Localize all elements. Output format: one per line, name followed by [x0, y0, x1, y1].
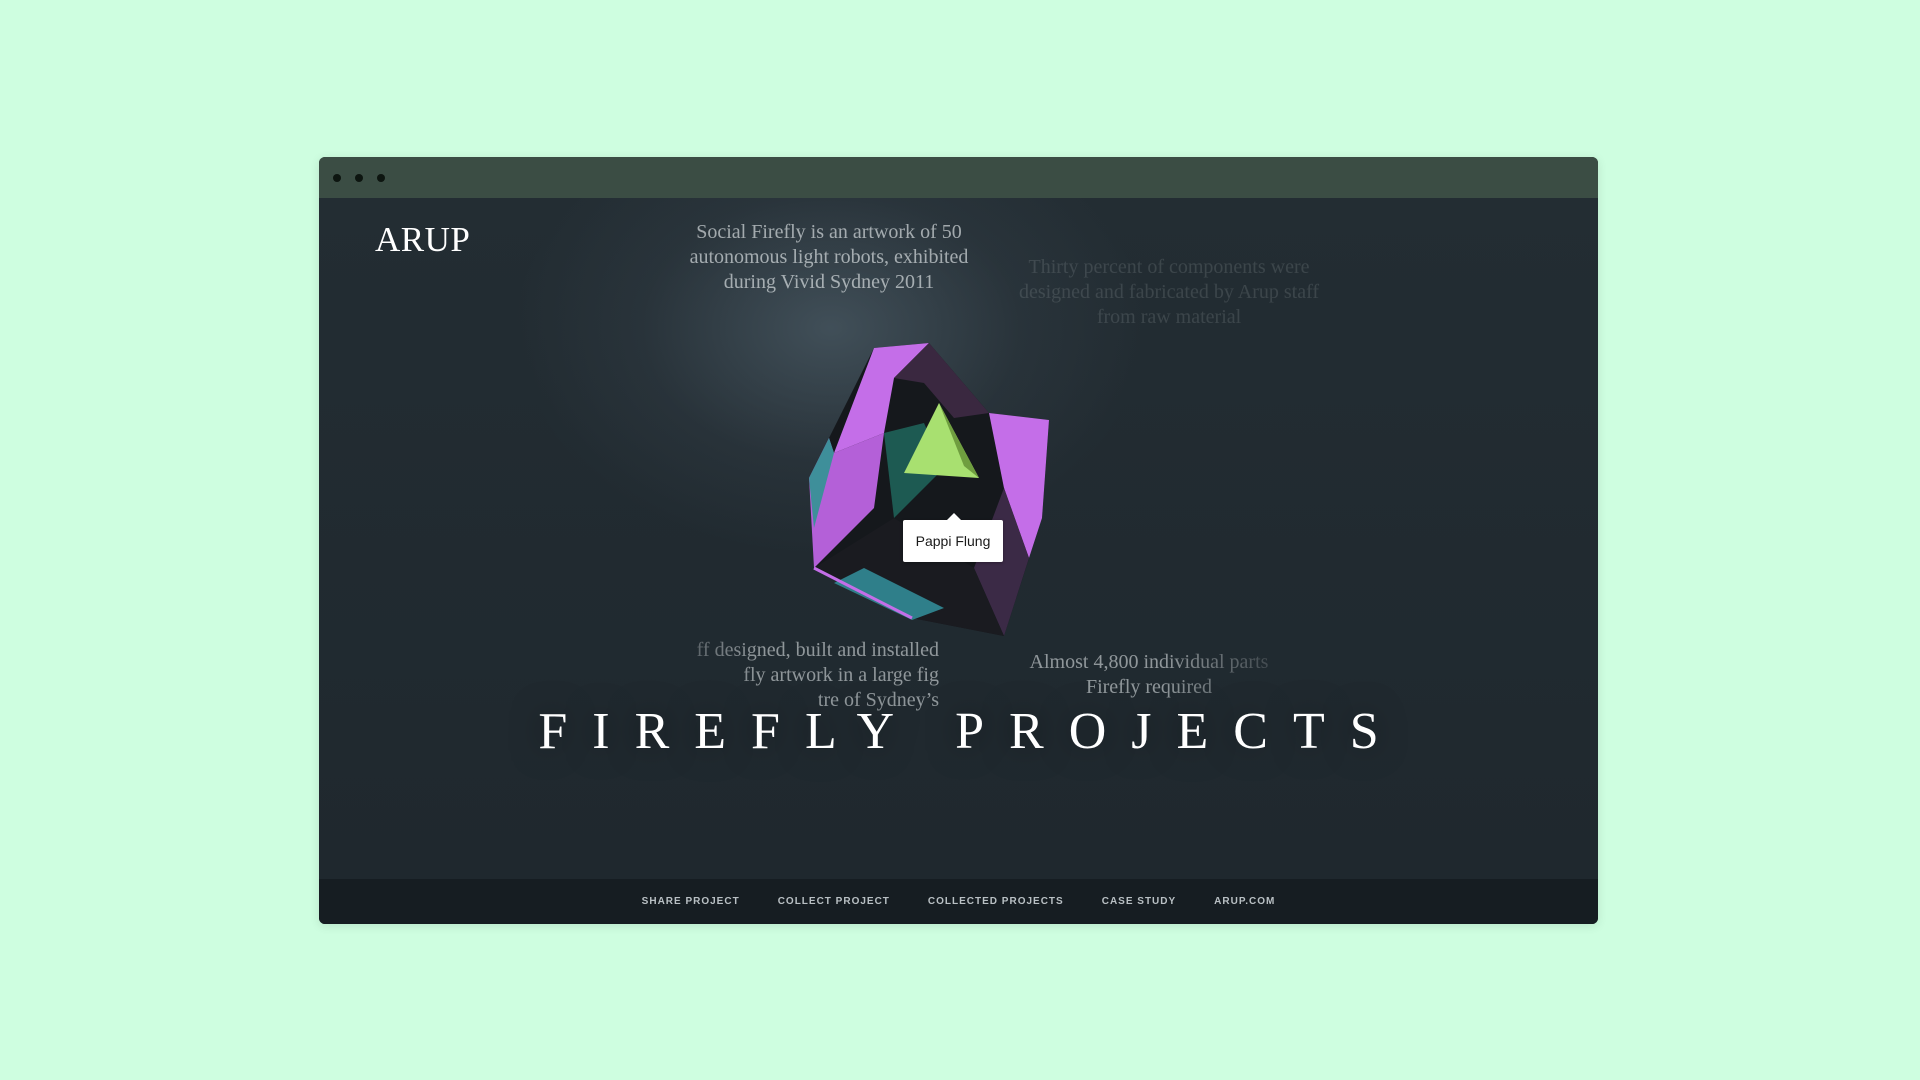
window-close-dot[interactable] — [333, 174, 341, 182]
browser-window: ARUP Social Firefly is an artwork of 50 … — [319, 157, 1598, 924]
project-crystal-graphic[interactable] — [804, 338, 1104, 638]
arup-com-link[interactable]: ARUP.COM — [1214, 896, 1275, 907]
arup-logo[interactable]: ARUP — [375, 222, 470, 257]
fact-text-installation: ff designed, built and installed fly art… — [696, 639, 939, 711]
window-minimize-dot[interactable] — [355, 174, 363, 182]
window-title-bar — [319, 157, 1598, 198]
fact-text-artwork: Social Firefly is an artwork of 50 auton… — [689, 221, 969, 293]
case-study-link[interactable]: CASE STUDY — [1102, 896, 1176, 907]
collect-project-link[interactable]: COLLECT PROJECT — [778, 896, 890, 907]
fact-text-parts: Almost 4,800 individual parts Firefly re… — [1029, 651, 1269, 698]
share-project-link[interactable]: SHARE PROJECT — [642, 896, 740, 907]
project-tooltip: Pappi Flung — [903, 513, 1003, 562]
fact-text-components: Thirty percent of components were design… — [1018, 256, 1320, 328]
collected-projects-link[interactable]: COLLECTED PROJECTS — [928, 896, 1064, 907]
footer-nav: SHARE PROJECT COLLECT PROJECT COLLECTED … — [319, 879, 1598, 924]
page-title: FIREFLY PROJECTS — [538, 703, 1404, 760]
window-maximize-dot[interactable] — [377, 174, 385, 182]
page-viewport: ARUP Social Firefly is an artwork of 50 … — [319, 198, 1598, 879]
